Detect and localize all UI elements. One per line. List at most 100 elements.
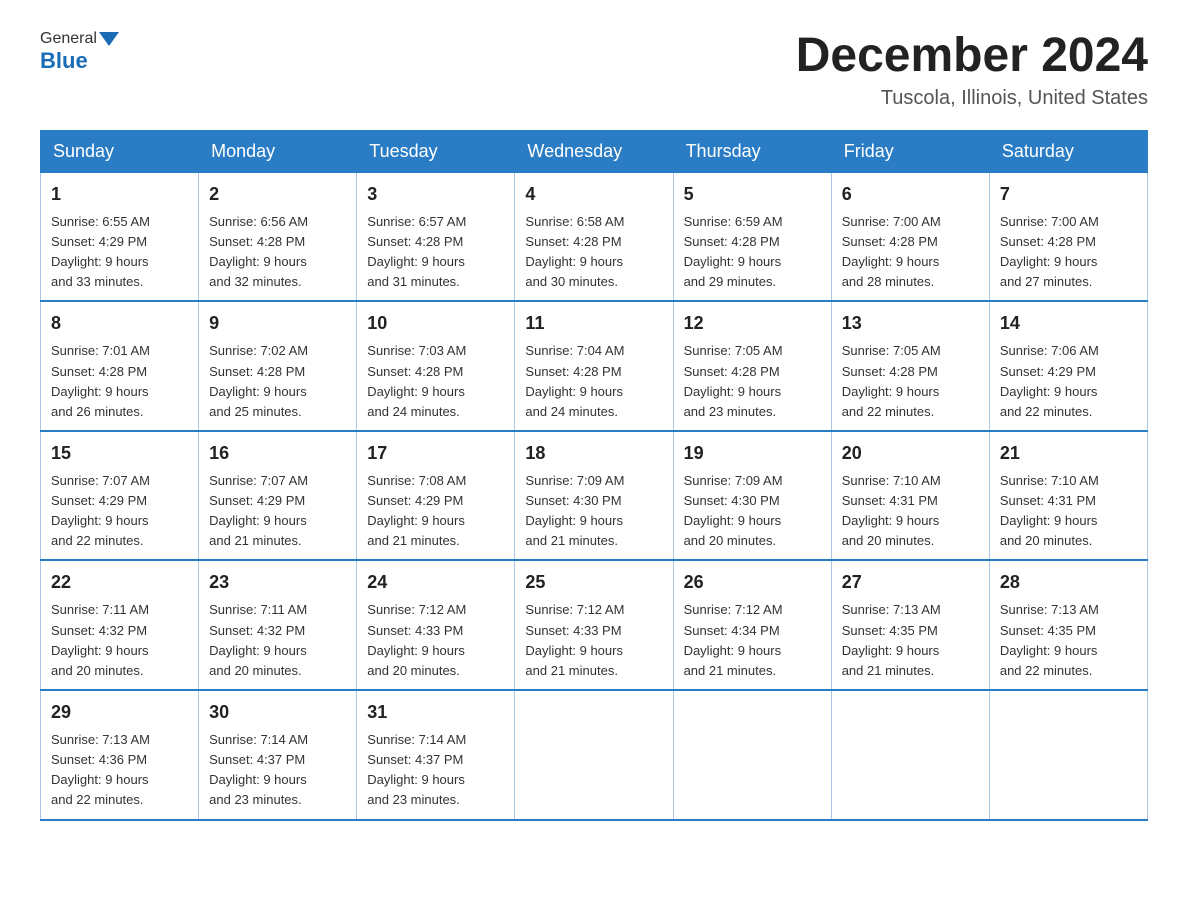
calendar-cell: 17 Sunrise: 7:08 AMSunset: 4:29 PMDaylig…	[357, 431, 515, 561]
calendar-cell: 14 Sunrise: 7:06 AMSunset: 4:29 PMDaylig…	[989, 301, 1147, 431]
day-number: 18	[525, 440, 662, 467]
calendar-cell: 16 Sunrise: 7:07 AMSunset: 4:29 PMDaylig…	[199, 431, 357, 561]
day-info: Sunrise: 6:59 AMSunset: 4:28 PMDaylight:…	[684, 214, 783, 289]
day-header-friday: Friday	[831, 130, 989, 172]
day-info: Sunrise: 7:10 AMSunset: 4:31 PMDaylight:…	[1000, 473, 1099, 548]
day-number: 11	[525, 310, 662, 337]
calendar-cell: 7 Sunrise: 7:00 AMSunset: 4:28 PMDayligh…	[989, 172, 1147, 301]
day-info: Sunrise: 7:00 AMSunset: 4:28 PMDaylight:…	[842, 214, 941, 289]
day-header-thursday: Thursday	[673, 130, 831, 172]
calendar-cell: 8 Sunrise: 7:01 AMSunset: 4:28 PMDayligh…	[41, 301, 199, 431]
calendar-week-row: 15 Sunrise: 7:07 AMSunset: 4:29 PMDaylig…	[41, 431, 1148, 561]
day-info: Sunrise: 7:08 AMSunset: 4:29 PMDaylight:…	[367, 473, 466, 548]
calendar-cell: 4 Sunrise: 6:58 AMSunset: 4:28 PMDayligh…	[515, 172, 673, 301]
day-number: 2	[209, 181, 346, 208]
day-number: 23	[209, 569, 346, 596]
day-number: 12	[684, 310, 821, 337]
calendar-cell: 2 Sunrise: 6:56 AMSunset: 4:28 PMDayligh…	[199, 172, 357, 301]
day-info: Sunrise: 7:02 AMSunset: 4:28 PMDaylight:…	[209, 343, 308, 418]
day-info: Sunrise: 7:07 AMSunset: 4:29 PMDaylight:…	[51, 473, 150, 548]
page-header: General Blue December 2024 Tuscola, Illi…	[40, 30, 1148, 110]
day-info: Sunrise: 7:11 AMSunset: 4:32 PMDaylight:…	[209, 602, 307, 677]
day-info: Sunrise: 7:14 AMSunset: 4:37 PMDaylight:…	[367, 732, 466, 807]
day-header-tuesday: Tuesday	[357, 130, 515, 172]
calendar-week-row: 29 Sunrise: 7:13 AMSunset: 4:36 PMDaylig…	[41, 690, 1148, 820]
day-number: 13	[842, 310, 979, 337]
day-number: 4	[525, 181, 662, 208]
calendar-cell: 22 Sunrise: 7:11 AMSunset: 4:32 PMDaylig…	[41, 560, 199, 690]
day-info: Sunrise: 7:11 AMSunset: 4:32 PMDaylight:…	[51, 602, 149, 677]
day-info: Sunrise: 7:09 AMSunset: 4:30 PMDaylight:…	[684, 473, 783, 548]
calendar-cell: 18 Sunrise: 7:09 AMSunset: 4:30 PMDaylig…	[515, 431, 673, 561]
day-header-sunday: Sunday	[41, 130, 199, 172]
calendar-cell: 13 Sunrise: 7:05 AMSunset: 4:28 PMDaylig…	[831, 301, 989, 431]
day-number: 31	[367, 699, 504, 726]
day-number: 10	[367, 310, 504, 337]
calendar-week-row: 22 Sunrise: 7:11 AMSunset: 4:32 PMDaylig…	[41, 560, 1148, 690]
calendar-cell: 29 Sunrise: 7:13 AMSunset: 4:36 PMDaylig…	[41, 690, 199, 820]
day-number: 1	[51, 181, 188, 208]
calendar-cell: 21 Sunrise: 7:10 AMSunset: 4:31 PMDaylig…	[989, 431, 1147, 561]
day-info: Sunrise: 7:07 AMSunset: 4:29 PMDaylight:…	[209, 473, 308, 548]
day-info: Sunrise: 7:12 AMSunset: 4:33 PMDaylight:…	[525, 602, 624, 677]
calendar-cell: 20 Sunrise: 7:10 AMSunset: 4:31 PMDaylig…	[831, 431, 989, 561]
calendar-cell: 11 Sunrise: 7:04 AMSunset: 4:28 PMDaylig…	[515, 301, 673, 431]
day-info: Sunrise: 7:12 AMSunset: 4:34 PMDaylight:…	[684, 602, 783, 677]
logo-arrow-icon	[99, 32, 119, 46]
day-info: Sunrise: 6:58 AMSunset: 4:28 PMDaylight:…	[525, 214, 624, 289]
day-info: Sunrise: 7:01 AMSunset: 4:28 PMDaylight:…	[51, 343, 150, 418]
calendar-cell: 12 Sunrise: 7:05 AMSunset: 4:28 PMDaylig…	[673, 301, 831, 431]
calendar-cell: 10 Sunrise: 7:03 AMSunset: 4:28 PMDaylig…	[357, 301, 515, 431]
location: Tuscola, Illinois, United States	[796, 87, 1148, 110]
day-info: Sunrise: 7:00 AMSunset: 4:28 PMDaylight:…	[1000, 214, 1099, 289]
calendar-cell: 9 Sunrise: 7:02 AMSunset: 4:28 PMDayligh…	[199, 301, 357, 431]
day-number: 21	[1000, 440, 1137, 467]
day-number: 28	[1000, 569, 1137, 596]
day-number: 24	[367, 569, 504, 596]
day-info: Sunrise: 7:06 AMSunset: 4:29 PMDaylight:…	[1000, 343, 1099, 418]
day-number: 3	[367, 181, 504, 208]
day-number: 6	[842, 181, 979, 208]
calendar-cell: 24 Sunrise: 7:12 AMSunset: 4:33 PMDaylig…	[357, 560, 515, 690]
day-number: 14	[1000, 310, 1137, 337]
calendar-cell: 30 Sunrise: 7:14 AMSunset: 4:37 PMDaylig…	[199, 690, 357, 820]
day-header-monday: Monday	[199, 130, 357, 172]
day-number: 8	[51, 310, 188, 337]
calendar-week-row: 1 Sunrise: 6:55 AMSunset: 4:29 PMDayligh…	[41, 172, 1148, 301]
day-number: 22	[51, 569, 188, 596]
day-number: 7	[1000, 181, 1137, 208]
calendar-week-row: 8 Sunrise: 7:01 AMSunset: 4:28 PMDayligh…	[41, 301, 1148, 431]
calendar-cell: 3 Sunrise: 6:57 AMSunset: 4:28 PMDayligh…	[357, 172, 515, 301]
day-info: Sunrise: 6:56 AMSunset: 4:28 PMDaylight:…	[209, 214, 308, 289]
month-title: December 2024	[796, 30, 1148, 83]
logo-blue-text: Blue	[40, 48, 88, 74]
day-info: Sunrise: 7:13 AMSunset: 4:35 PMDaylight:…	[1000, 602, 1099, 677]
calendar-cell: 27 Sunrise: 7:13 AMSunset: 4:35 PMDaylig…	[831, 560, 989, 690]
day-info: Sunrise: 6:55 AMSunset: 4:29 PMDaylight:…	[51, 214, 150, 289]
day-info: Sunrise: 7:09 AMSunset: 4:30 PMDaylight:…	[525, 473, 624, 548]
day-number: 20	[842, 440, 979, 467]
day-info: Sunrise: 6:57 AMSunset: 4:28 PMDaylight:…	[367, 214, 466, 289]
day-number: 27	[842, 569, 979, 596]
day-number: 26	[684, 569, 821, 596]
day-number: 15	[51, 440, 188, 467]
calendar-cell: 15 Sunrise: 7:07 AMSunset: 4:29 PMDaylig…	[41, 431, 199, 561]
day-info: Sunrise: 7:14 AMSunset: 4:37 PMDaylight:…	[209, 732, 308, 807]
day-info: Sunrise: 7:13 AMSunset: 4:36 PMDaylight:…	[51, 732, 150, 807]
calendar-cell	[673, 690, 831, 820]
title-section: December 2024 Tuscola, Illinois, United …	[796, 30, 1148, 110]
calendar-cell: 6 Sunrise: 7:00 AMSunset: 4:28 PMDayligh…	[831, 172, 989, 301]
day-number: 17	[367, 440, 504, 467]
day-info: Sunrise: 7:13 AMSunset: 4:35 PMDaylight:…	[842, 602, 941, 677]
calendar-cell: 19 Sunrise: 7:09 AMSunset: 4:30 PMDaylig…	[673, 431, 831, 561]
calendar-table: SundayMondayTuesdayWednesdayThursdayFrid…	[40, 130, 1148, 821]
calendar-cell	[831, 690, 989, 820]
day-info: Sunrise: 7:05 AMSunset: 4:28 PMDaylight:…	[684, 343, 783, 418]
day-header-saturday: Saturday	[989, 130, 1147, 172]
calendar-cell: 31 Sunrise: 7:14 AMSunset: 4:37 PMDaylig…	[357, 690, 515, 820]
day-header-wednesday: Wednesday	[515, 130, 673, 172]
calendar-cell: 5 Sunrise: 6:59 AMSunset: 4:28 PMDayligh…	[673, 172, 831, 301]
day-number: 19	[684, 440, 821, 467]
calendar-cell: 26 Sunrise: 7:12 AMSunset: 4:34 PMDaylig…	[673, 560, 831, 690]
logo: General Blue	[40, 30, 121, 74]
